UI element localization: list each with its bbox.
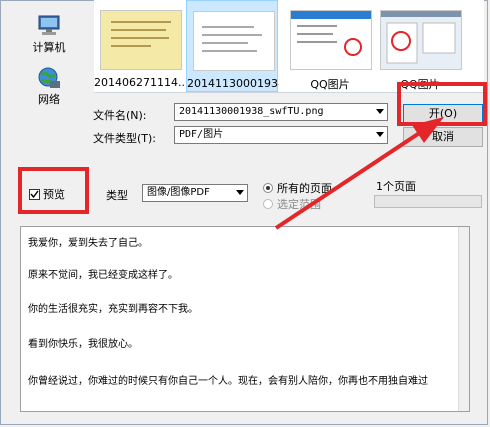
- annotation-arrow: [274, 117, 444, 230]
